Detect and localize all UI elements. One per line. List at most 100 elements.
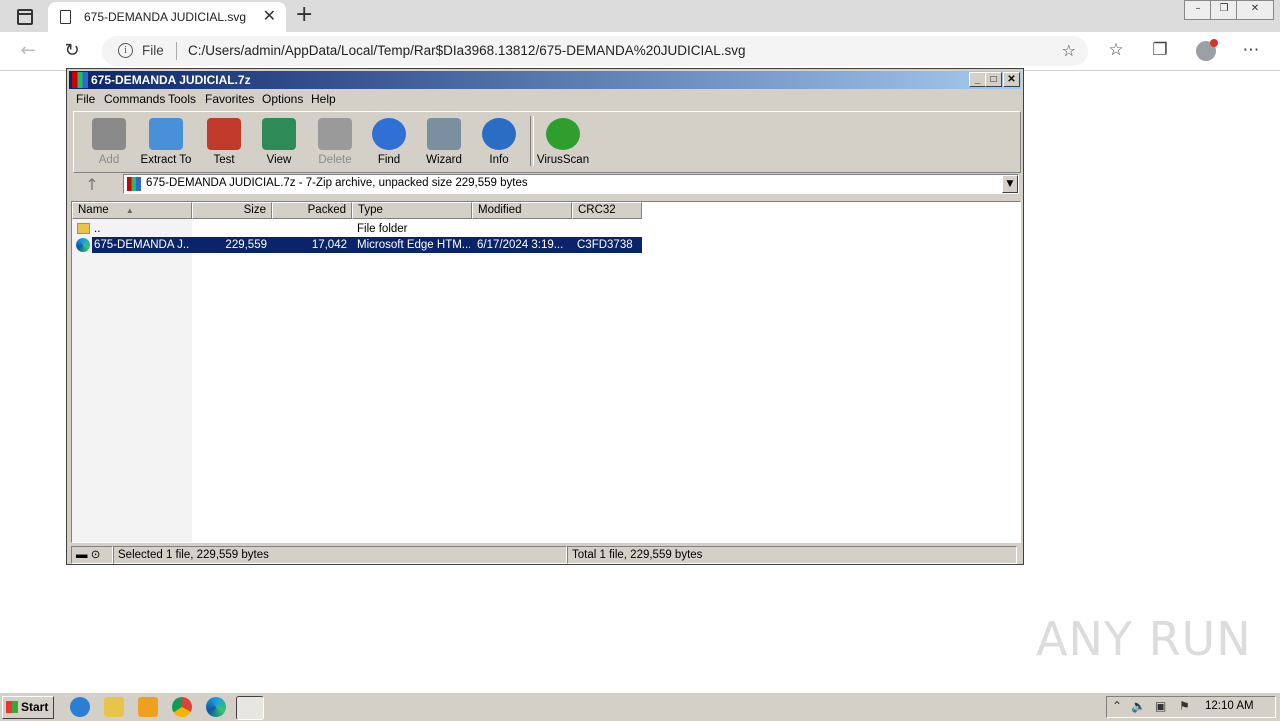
ie-icon[interactable] (70, 697, 90, 717)
minimize-button[interactable]: – (1184, 0, 1212, 20)
row-size: 229,559 (225, 239, 267, 251)
menu-tools[interactable]: Tools (168, 92, 196, 106)
back-button[interactable]: ← (16, 40, 40, 62)
winrar-window: 675-DEMANDA JUDICIAL.7z _ □ ✕ File Comma… (66, 68, 1024, 565)
collections-icon[interactable]: ❐ (1149, 40, 1171, 60)
wand-icon (427, 118, 461, 150)
info-icon[interactable]: i (118, 43, 133, 58)
virusscan-button[interactable]: VirusScan (534, 114, 592, 170)
winrar-maximize-button[interactable]: □ (985, 72, 1002, 87)
extract-to-button[interactable]: Extract To (137, 114, 195, 170)
winrar-app-icon (72, 72, 88, 88)
browser-toolbar: ← ↻ i File C:/Users/admin/AppData/Local/… (0, 32, 1280, 71)
menu-favorites[interactable]: Favorites (205, 92, 254, 106)
row-modified: 6/17/2024 3:19... (477, 239, 564, 251)
column-header-name[interactable]: Name ▲ (72, 202, 192, 219)
chevron-down-icon[interactable]: ▼ (1002, 175, 1018, 193)
row-crc32: C3FD3738 (577, 239, 633, 251)
table-row[interactable]: 675-DEMANDA J... 229,559 17,042 Microsof… (72, 237, 642, 253)
wizard-button[interactable]: Wizard (415, 114, 473, 170)
new-tab-button[interactable]: + (295, 4, 313, 26)
test-clipboard-icon (207, 118, 241, 150)
add-favorite-icon[interactable]: ☆ (1062, 41, 1076, 60)
column-header-size[interactable]: Size (192, 202, 272, 219)
status-selected: Selected 1 file, 229,559 bytes (113, 546, 567, 564)
winrar-close-button[interactable]: ✕ (1003, 72, 1020, 87)
chrome-icon[interactable] (172, 697, 192, 717)
windows-logo-icon (6, 701, 18, 713)
drive-status-icon[interactable]: ▬ ⊙ (71, 546, 113, 564)
action-center-flag-icon[interactable]: ⚑ (1179, 699, 1190, 713)
system-tray: ⌃ 🔈 ▣ ⚑ 12:10 AM (1106, 696, 1276, 718)
find-button[interactable]: Find (360, 114, 418, 170)
media-player-icon[interactable] (138, 697, 158, 717)
profile-avatar[interactable] (1196, 39, 1218, 61)
file-scheme-label: File (142, 43, 164, 58)
magnifier-icon (372, 118, 406, 150)
add-archive-icon (92, 118, 126, 150)
start-button[interactable]: Start (2, 696, 54, 719)
row-name: 675-DEMANDA J... (94, 239, 190, 251)
table-row[interactable]: .. File folder (72, 221, 642, 237)
column-header-packed[interactable]: Packed (272, 202, 352, 219)
view-book-icon (262, 118, 296, 150)
edge-file-icon (76, 238, 90, 252)
winrar-titlebar[interactable]: 675-DEMANDA JUDICIAL.7z _ □ ✕ (69, 71, 1021, 89)
address-bar[interactable]: i File C:/Users/admin/AppData/Local/Temp… (102, 36, 1088, 66)
restore-button[interactable]: ❐ (1210, 0, 1238, 20)
path-bar: ↑ 675-DEMANDA JUDICIAL.7z - 7-Zip archiv… (73, 173, 1019, 197)
winrar-minimize-button[interactable]: _ (969, 72, 986, 87)
row-packed: 17,042 (311, 239, 347, 251)
menu-file[interactable]: File (76, 92, 95, 106)
add-button[interactable]: Add (80, 114, 138, 170)
network-icon[interactable]: ▣ (1155, 699, 1166, 713)
test-button[interactable]: Test (195, 114, 253, 170)
column-header-type[interactable]: Type (352, 202, 472, 219)
path-text: 675-DEMANDA JUDICIAL.7z - 7-Zip archive,… (146, 177, 528, 189)
column-header-crc32[interactable]: CRC32 (572, 202, 642, 219)
column-name-label: Name (78, 204, 109, 216)
edge-icon[interactable] (206, 697, 226, 717)
menu-options[interactable]: Options (262, 92, 303, 106)
more-menu-icon[interactable]: ⋯ (1240, 40, 1262, 60)
winrar-menubar: File Commands Tools Favorites Options He… (69, 89, 1021, 109)
view-button[interactable]: View (250, 114, 308, 170)
row-name: .. (94, 223, 101, 235)
row-type: File folder (357, 223, 408, 235)
column-header-modified[interactable]: Modified (472, 202, 572, 219)
path-combobox[interactable]: 675-DEMANDA JUDICIAL.7z - 7-Zip archive,… (123, 174, 1019, 194)
favorites-icon[interactable]: ☆ (1105, 40, 1127, 60)
up-one-level-icon[interactable]: ↑ (77, 176, 107, 194)
menu-help[interactable]: Help (311, 92, 336, 106)
url-text[interactable]: C:/Users/admin/AppData/Local/Temp/Rar$DI… (188, 43, 746, 58)
divider (176, 42, 177, 60)
add-label: Add (98, 154, 120, 166)
clock[interactable]: 12:10 AM (1205, 700, 1254, 712)
close-window-button[interactable]: ✕ (1236, 0, 1274, 20)
menu-commands[interactable]: Commands (104, 92, 165, 106)
winrar-taskbar-icon[interactable] (236, 696, 264, 720)
explorer-icon[interactable] (104, 697, 124, 717)
wizard-label: Wizard (426, 154, 462, 166)
info-button[interactable]: Info (470, 114, 528, 170)
tab-actions-icon[interactable] (12, 7, 36, 25)
archive-icon (127, 177, 141, 191)
volume-icon[interactable]: 🔈 (1131, 699, 1146, 713)
taskbar: Start ⌃ 🔈 ▣ ⚑ 12:10 AM (0, 692, 1280, 721)
virusscan-label: VirusScan (536, 154, 590, 166)
browser-tab[interactable]: 675-DEMANDA JUDICIAL.svg ✕ (48, 2, 286, 32)
status-total: Total 1 file, 229,559 bytes (567, 546, 1017, 564)
tab-close-icon[interactable]: ✕ (263, 8, 276, 24)
test-label: Test (213, 154, 235, 166)
name-column-background (72, 219, 192, 542)
folder-icon (77, 223, 90, 234)
file-list[interactable]: Name ▲ Size Packed Type Modified CRC32 .… (71, 201, 1021, 543)
delete-button[interactable]: Delete (306, 114, 364, 170)
trash-icon (318, 118, 352, 150)
tray-expand-icon[interactable]: ⌃ (1112, 699, 1122, 713)
reload-button[interactable]: ↻ (60, 40, 84, 62)
view-label: View (266, 154, 292, 166)
extract-to-label: Extract To (140, 154, 192, 166)
sort-ascending-icon: ▲ (125, 206, 134, 215)
tab-title: 675-DEMANDA JUDICIAL.svg (84, 10, 247, 24)
